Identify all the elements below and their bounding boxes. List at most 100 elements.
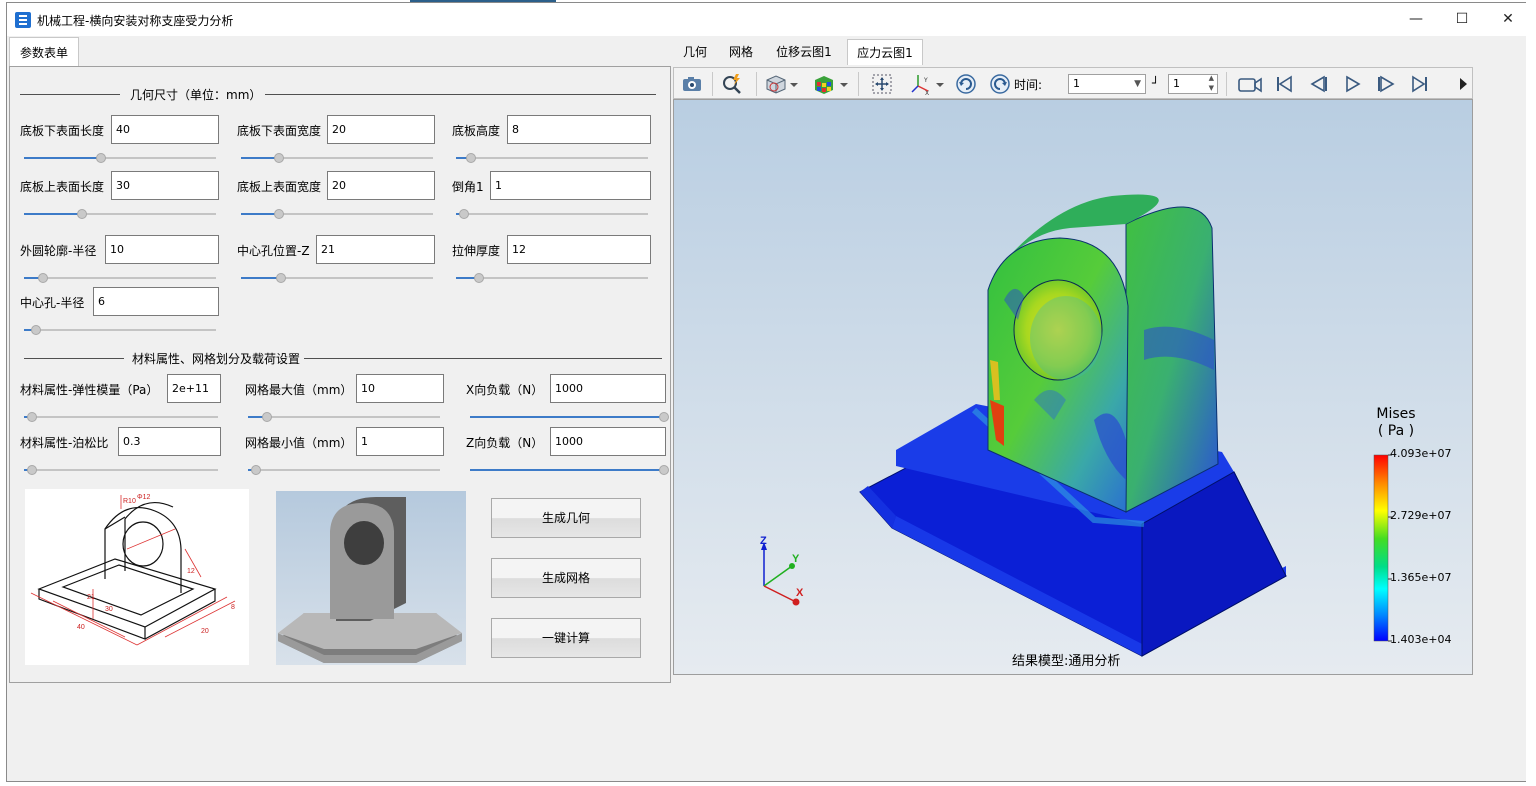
play-icon[interactable]: [1340, 72, 1364, 96]
material-field-slider[interactable]: [24, 411, 218, 423]
chevron-down-icon[interactable]: [934, 72, 946, 96]
engineering-drawing-image: R10 Φ12 21 12 40 30 20 8: [25, 489, 249, 665]
geometry-field-slider[interactable]: [456, 272, 648, 284]
prev-frame-icon[interactable]: [1306, 72, 1330, 96]
toolbar-overflow-icon[interactable]: [1458, 72, 1470, 96]
parameter-panel: 几何尺寸（单位：mm） 材料属性、网格划分及载荷设置 R10 Φ12 21 12…: [9, 66, 671, 683]
slider-thumb[interactable]: [659, 412, 669, 422]
material-field-slider[interactable]: [470, 464, 669, 476]
zoom-search-icon[interactable]: [720, 72, 744, 96]
geometry-field-label: 倒角1: [452, 180, 484, 194]
geometry-field-input[interactable]: 1: [490, 171, 651, 200]
dim-21: 21: [87, 594, 95, 601]
geometry-field-slider[interactable]: [241, 272, 433, 284]
slider-thumb[interactable]: [38, 273, 49, 283]
last-frame-icon[interactable]: [1408, 72, 1432, 96]
geometry-field-label: 中心孔-半径: [20, 296, 85, 310]
geometry-field-slider[interactable]: [456, 208, 648, 220]
material-field-label: X向负载（N）: [466, 383, 544, 397]
fit-view-icon[interactable]: [870, 72, 894, 96]
slider-thumb[interactable]: [30, 325, 41, 335]
slider-thumb[interactable]: [466, 153, 477, 163]
time-select[interactable]: 1 ▼: [1068, 74, 1146, 94]
slider-thumb[interactable]: [26, 412, 37, 422]
geometry-field-slider[interactable]: [24, 272, 216, 284]
chevron-down-icon[interactable]: [788, 72, 800, 96]
camera-icon[interactable]: [680, 72, 704, 96]
material-section-title: 材料属性、网格划分及载荷设置: [128, 350, 305, 367]
material-field-input[interactable]: 0.3: [118, 427, 221, 456]
material-field-input[interactable]: 1: [356, 427, 444, 456]
slider-thumb[interactable]: [474, 273, 485, 283]
display-mode-icon[interactable]: [764, 72, 788, 96]
tab-geometry[interactable]: 几何: [677, 39, 713, 65]
time-label: 时间:: [1014, 78, 1043, 92]
slider-thumb[interactable]: [276, 273, 287, 283]
chevron-down-icon[interactable]: [838, 72, 850, 96]
geometry-field-input[interactable]: 21: [316, 235, 435, 264]
axis-orientation-icon[interactable]: YX: [908, 72, 932, 97]
geometry-field-input[interactable]: 40: [111, 115, 219, 144]
geometry-field-slider[interactable]: [24, 324, 216, 336]
generate-geometry-button[interactable]: 生成几何: [491, 498, 641, 538]
material-field-input[interactable]: 10: [356, 374, 444, 403]
material-field-label: 材料属性-弹性模量（Pa）: [20, 383, 159, 397]
stress-contour-model: Z Y X: [760, 194, 1392, 657]
geometry-field-input[interactable]: 10: [105, 235, 219, 264]
geometry-field-input[interactable]: 30: [111, 171, 219, 200]
geometry-field-input[interactable]: 12: [507, 235, 651, 264]
material-field-slider[interactable]: [470, 411, 669, 423]
legend-value-3: 1.365e+07: [1390, 571, 1452, 584]
slider-thumb[interactable]: [26, 465, 37, 475]
geometry-field-slider[interactable]: [24, 208, 216, 220]
close-button[interactable]: ✕: [1485, 3, 1531, 36]
material-field-input[interactable]: 1000: [550, 427, 666, 456]
geometry-field-input[interactable]: 8: [507, 115, 651, 144]
viewer-toolbar: YX 时间: 1 ▼ ┘ 1 ▲ ▼: [673, 67, 1473, 99]
rotate-ccw-icon[interactable]: [988, 72, 1012, 96]
geometry-field-input[interactable]: 20: [327, 115, 435, 144]
material-field-input[interactable]: 1000: [550, 374, 666, 403]
material-field-label: 网格最小值（mm）: [245, 436, 353, 450]
slider-thumb[interactable]: [250, 465, 261, 475]
tab-parameter-form[interactable]: 参数表单: [9, 37, 79, 67]
tab-displacement-contour[interactable]: 位移云图1: [771, 39, 837, 65]
first-frame-icon[interactable]: [1272, 72, 1296, 96]
geometry-field-label: 底板上表面长度: [20, 180, 105, 194]
material-field-slider[interactable]: [248, 464, 440, 476]
legend-title-unit: ( Pa ): [1377, 423, 1415, 439]
slider-thumb[interactable]: [458, 209, 469, 219]
tab-mesh[interactable]: 网格: [723, 39, 759, 65]
geometry-field-slider[interactable]: [456, 152, 648, 164]
record-video-icon[interactable]: [1236, 72, 1264, 96]
result-model-label: 结果模型:通用分析: [1012, 654, 1121, 669]
minimize-button[interactable]: —: [1393, 3, 1439, 36]
step-spinbox[interactable]: 1 ▲ ▼: [1168, 74, 1218, 94]
next-frame-icon[interactable]: [1374, 72, 1398, 96]
rotate-cw-icon[interactable]: [954, 72, 978, 96]
window-title: 机械工程-横向安装对称支座受力分析: [37, 14, 234, 28]
slider-thumb[interactable]: [274, 209, 285, 219]
slider-thumb[interactable]: [76, 209, 87, 219]
geometry-field-slider[interactable]: [24, 152, 216, 164]
slider-thumb[interactable]: [262, 412, 273, 422]
one-click-compute-button[interactable]: 一键计算: [491, 618, 641, 658]
geometry-field-slider[interactable]: [241, 208, 433, 220]
material-field-input[interactable]: 2e+11: [167, 374, 221, 403]
fem-viewport[interactable]: Z Y X Mises ( Pa ) 4.093e+07 2.729e+07 1…: [673, 99, 1473, 675]
material-field-slider[interactable]: [24, 464, 218, 476]
geometry-field-slider[interactable]: [241, 152, 433, 164]
geometry-field-input[interactable]: 20: [327, 171, 435, 200]
maximize-button[interactable]: ☐: [1439, 3, 1485, 36]
slider-thumb[interactable]: [659, 465, 669, 475]
color-cube-icon[interactable]: [812, 72, 836, 96]
tab-stress-contour[interactable]: 应力云图1: [847, 39, 923, 65]
material-field-label: 网格最大值（mm）: [245, 383, 353, 397]
slider-thumb[interactable]: [274, 153, 285, 163]
spin-arrows-icon[interactable]: ▲ ▼: [1209, 73, 1214, 93]
geometry-field-input[interactable]: 6: [93, 287, 219, 316]
generate-mesh-button[interactable]: 生成网格: [491, 558, 641, 598]
slider-thumb[interactable]: [95, 153, 106, 163]
material-field-slider[interactable]: [248, 411, 440, 423]
legend-min-value: 1.403e+04: [1390, 633, 1452, 646]
